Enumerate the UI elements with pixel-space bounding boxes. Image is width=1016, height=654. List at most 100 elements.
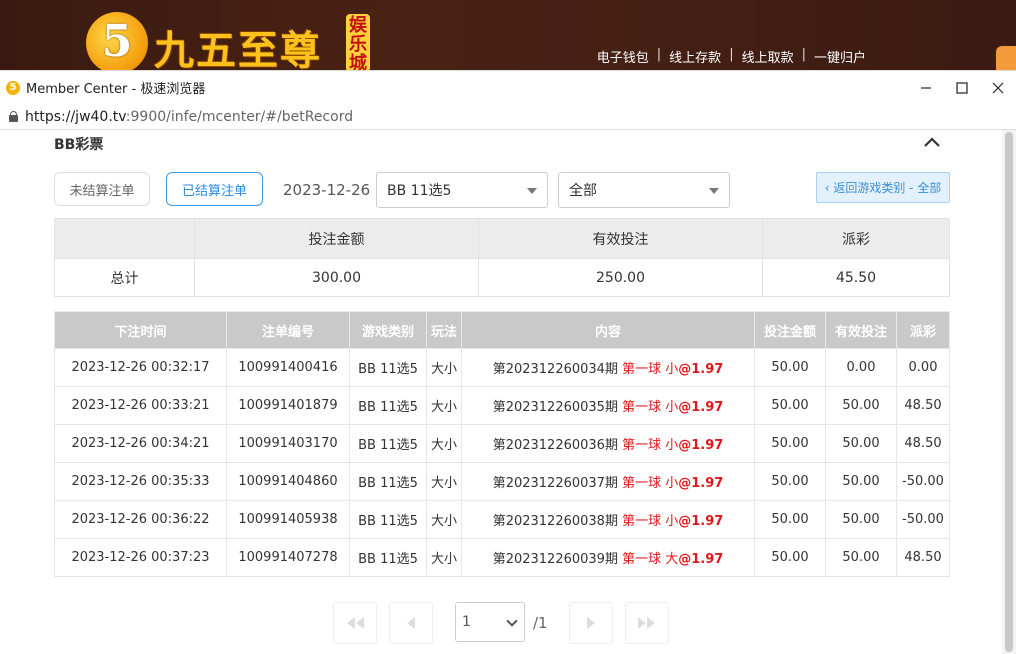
period-text: 第202312260034期 (492, 362, 618, 377)
cell-content: 第202312260036期 第一球 小@1.97 (461, 424, 755, 463)
minimize-button[interactable] (908, 71, 944, 105)
cell-time: 2023-12-26 00:34:21 (54, 424, 227, 463)
last-page-button[interactable] (625, 602, 669, 644)
cell-payout: 48.50 (896, 386, 950, 425)
pick-text: 第一球 小 (622, 476, 679, 491)
link-deposit[interactable]: 线上存款 (669, 47, 721, 66)
pick-text: 第一球 小 (622, 400, 679, 415)
page-total: /1 (533, 614, 548, 632)
table-row: 2023-12-26 00:36:22 100991405938 BB 11选5 大小… (54, 500, 950, 539)
date-picker[interactable]: 2023-12-26 (283, 181, 370, 199)
scrollbar[interactable] (1002, 130, 1016, 654)
window-titlebar: 5 Member Center - 极速浏览器 (0, 70, 1016, 104)
period-text: 第202312260035期 (492, 400, 618, 415)
cell-time: 2023-12-26 00:37:23 (54, 538, 227, 577)
back-to-category-button[interactable]: ‹ 返回游戏类别 - 全部 (816, 172, 950, 203)
scrollbar-thumb[interactable] (1005, 132, 1013, 652)
cell-time: 2023-12-26 00:35:33 (54, 462, 227, 501)
summary-header: 有效投注 (478, 218, 763, 259)
column-header: 内容 (461, 311, 755, 349)
chevron-left-icon (407, 617, 415, 629)
cell-time: 2023-12-26 00:36:22 (54, 500, 227, 539)
page-select[interactable]: 1 (455, 602, 525, 642)
maximize-button[interactable] (944, 71, 980, 105)
cell-valid: 50.00 (825, 424, 897, 463)
column-header: 游戏类别 (349, 311, 427, 349)
close-button[interactable] (980, 71, 1016, 105)
cell-game: BB 11选5 (349, 500, 427, 539)
cell-play: 大小 (426, 500, 462, 539)
cell-valid: 50.00 (825, 462, 897, 501)
link-consolidate[interactable]: 一键归户 (814, 47, 866, 66)
cell-game: BB 11选5 (349, 462, 427, 501)
cell-play: 大小 (426, 538, 462, 577)
table-row: 2023-12-26 00:33:21 100991401879 BB 11选5 大小… (54, 386, 950, 425)
cell-id: 100991407278 (226, 538, 350, 577)
column-header: 派彩 (896, 311, 950, 349)
summary-header: 投注金额 (194, 218, 479, 259)
unsettled-bets-button[interactable]: 未结算注单 (54, 172, 150, 206)
url-text[interactable]: https://jw40.tv:9900/infe/mcenter/#/betR… (25, 109, 353, 125)
summary-header (54, 218, 195, 259)
cell-amount: 50.00 (754, 348, 826, 387)
top-links: 电子钱包 | 线上存款 | 线上取款 | 一键归户 (596, 47, 866, 66)
cell-content: 第202312260035期 第一球 小@1.97 (461, 386, 755, 425)
type-select[interactable]: 全部 (558, 172, 730, 208)
table-row: 2023-12-26 00:32:17 100991400416 BB 11选5 大小… (54, 348, 950, 387)
period-text: 第202312260038期 (492, 514, 618, 529)
chevron-right-icon (587, 617, 595, 629)
summary-cell: 250.00 (478, 258, 763, 297)
table-row: 2023-12-26 00:37:23 100991407278 BB 11选5 大小… (54, 538, 950, 577)
odds-text: @1.97 (678, 438, 724, 453)
close-icon (992, 82, 1004, 94)
cell-amount: 50.00 (754, 386, 826, 425)
chevron-up-icon[interactable] (922, 134, 942, 150)
cell-play: 大小 (426, 386, 462, 425)
chevron-down-icon (506, 615, 518, 627)
logo-text: 九五至尊 (154, 27, 322, 70)
cell-game: BB 11选5 (349, 348, 427, 387)
game-select[interactable]: BB 11选5 (376, 172, 548, 208)
cell-game: BB 11选5 (349, 386, 427, 425)
column-header: 注单编号 (226, 311, 350, 349)
settled-bets-button[interactable]: 已结算注单 (166, 172, 263, 206)
cell-amount: 50.00 (754, 424, 826, 463)
column-header: 有效投注 (825, 311, 897, 349)
window-title: Member Center - 极速浏览器 (26, 82, 206, 97)
cell-content: 第202312260034期 第一球 小@1.97 (461, 348, 755, 387)
cell-valid: 50.00 (825, 386, 897, 425)
first-page-button[interactable] (333, 602, 377, 644)
link-wallet[interactable]: 电子钱包 (597, 47, 649, 66)
cell-id: 100991400416 (226, 348, 350, 387)
pick-text: 第一球 大 (622, 552, 679, 567)
pick-text: 第一球 小 (622, 514, 679, 529)
address-bar[interactable]: https://jw40.tv:9900/infe/mcenter/#/betR… (0, 104, 1016, 130)
double-chevron-right-icon (638, 617, 655, 629)
cell-game: BB 11选5 (349, 424, 427, 463)
odds-text: @1.97 (678, 514, 724, 529)
link-withdraw[interactable]: 线上取款 (742, 47, 794, 66)
cell-play: 大小 (426, 348, 462, 387)
summary-table: 投注金额 有效投注 派彩 总计 300.00 250.00 45.50 (54, 218, 950, 297)
next-page-button[interactable] (569, 602, 613, 644)
lock-icon (9, 111, 18, 122)
cell-amount: 50.00 (754, 500, 826, 539)
cell-payout: 0.00 (896, 348, 950, 387)
cell-id: 100991405938 (226, 500, 350, 539)
period-text: 第202312260037期 (492, 476, 618, 491)
period-text: 第202312260039期 (492, 552, 618, 567)
period-text: 第202312260036期 (492, 438, 618, 453)
summary-cell: 300.00 (194, 258, 479, 297)
prev-page-button[interactable] (389, 602, 433, 644)
side-tab[interactable] (996, 46, 1016, 70)
cell-payout: -50.00 (896, 462, 950, 501)
cell-content: 第202312260037期 第一球 小@1.97 (461, 462, 755, 501)
bet-records-table: 下注时间 注单编号 游戏类别 玩法 内容 投注金额 有效投注 派彩 2023-1… (54, 311, 950, 577)
odds-text: @1.97 (678, 476, 724, 491)
cell-time: 2023-12-26 00:33:21 (54, 386, 227, 425)
cell-content: 第202312260038期 第一球 小@1.97 (461, 500, 755, 539)
app-icon: 5 (6, 80, 20, 95)
chevron-down-icon (709, 188, 719, 194)
cell-payout: 48.50 (896, 538, 950, 577)
odds-text: @1.97 (678, 362, 724, 377)
